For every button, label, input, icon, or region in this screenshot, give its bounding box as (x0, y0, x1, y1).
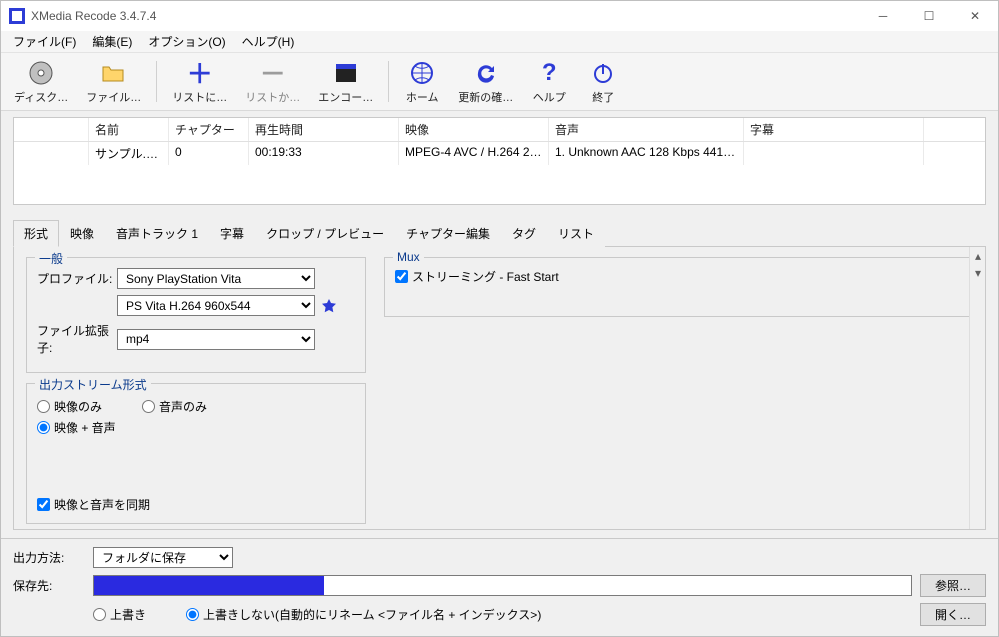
radio-video-audio[interactable]: 映像 + 音声 (37, 419, 116, 436)
col-name[interactable]: 名前 (89, 118, 169, 141)
table-row[interactable]: サンプル.mp4 0 00:19:33 MPEG-4 AVC / H.264 2… (14, 142, 985, 165)
title-bar: XMedia Recode 3.4.7.4 ─ ☐ ✕ (1, 1, 998, 31)
maximize-button[interactable]: ☐ (906, 1, 952, 31)
streaming-checkbox[interactable]: ストリーミング - Fast Start (395, 268, 962, 285)
tab-audio1[interactable]: 音声トラック 1 (105, 220, 209, 247)
open-disc-button[interactable]: ディスク… (5, 55, 77, 108)
check-updates-button[interactable]: 更新の確… (449, 55, 522, 108)
file-list: 名前 チャプター 再生時間 映像 音声 字幕 サンプル.mp4 0 00:19:… (13, 117, 986, 205)
profile-label: プロファイル: (37, 270, 117, 287)
col-subtitle[interactable]: 字幕 (744, 118, 924, 141)
minimize-button[interactable]: ─ (860, 1, 906, 31)
star-icon (321, 298, 337, 314)
tab-video[interactable]: 映像 (59, 220, 105, 247)
minus-icon: － (259, 59, 287, 87)
close-button[interactable]: ✕ (952, 1, 998, 31)
output-panel: 出力方法: フォルダに保存 保存先: 参照… 上書き 上書きしない(自動的にリネ… (1, 538, 998, 636)
tab-format[interactable]: 形式 (13, 220, 59, 247)
preset-select[interactable]: PS Vita H.264 960x544 (117, 295, 315, 316)
tab-list[interactable]: リスト (547, 220, 605, 247)
folder-open-icon (100, 59, 128, 87)
radio-audio-only[interactable]: 音声のみ (142, 398, 207, 415)
tab-sub[interactable]: 字幕 (209, 220, 255, 247)
ext-select[interactable]: mp4 (117, 329, 315, 350)
group-streams: 出力ストリーム形式 映像のみ 音声のみ 映像 + 音声 映像と音声を同期 (26, 383, 366, 524)
app-icon (9, 8, 25, 24)
window-title: XMedia Recode 3.4.7.4 (31, 9, 156, 23)
tab-tag[interactable]: タグ (501, 220, 547, 247)
tab-body: 一般 プロファイル: Sony PlayStation Vita PS Vita… (13, 247, 986, 530)
remove-from-list-button[interactable]: － リストか… (236, 55, 309, 108)
plus-icon: ＋ (186, 59, 214, 87)
menu-edit[interactable]: 編集(E) (84, 31, 140, 52)
tab-crop[interactable]: クロップ / プレビュー (255, 220, 395, 247)
menu-bar: ファイル(F) 編集(E) オプション(O) ヘルプ(H) (1, 31, 998, 53)
dest-path-field[interactable] (93, 575, 912, 596)
add-to-list-button[interactable]: ＋ リストに… (163, 55, 236, 108)
help-button[interactable]: ? ヘルプ (522, 55, 576, 108)
radio-overwrite[interactable]: 上書き (93, 606, 146, 623)
settings-tabs: 形式 映像 音声トラック 1 字幕 クロップ / プレビュー チャプター編集 タ… (13, 219, 986, 247)
col-chapter[interactable]: チャプター (169, 118, 249, 141)
ext-label: ファイル拡張子: (37, 322, 117, 356)
radio-no-overwrite[interactable]: 上書きしない(自動的にリネーム <ファイル名 + インデックス>) (186, 606, 541, 623)
exit-button[interactable]: 終了 (576, 55, 630, 108)
file-list-header: 名前 チャプター 再生時間 映像 音声 字幕 (14, 118, 985, 142)
dest-label: 保存先: (13, 577, 93, 594)
power-icon (589, 59, 617, 87)
favorite-button[interactable] (319, 296, 339, 316)
profile-select[interactable]: Sony PlayStation Vita (117, 268, 315, 289)
home-button[interactable]: ホーム (395, 55, 449, 108)
scroll-up-icon[interactable]: ▴ (970, 247, 986, 264)
open-file-button[interactable]: ファイル… (77, 55, 150, 108)
menu-options[interactable]: オプション(O) (140, 31, 233, 52)
browse-button[interactable]: 参照… (920, 574, 986, 597)
output-method-select[interactable]: フォルダに保存 (93, 547, 233, 568)
toolbar: ディスク… ファイル… ＋ リストに… － リストか… エンコー… ホーム 更新… (1, 53, 998, 111)
radio-video-only[interactable]: 映像のみ (37, 398, 102, 415)
output-method-label: 出力方法: (13, 549, 93, 566)
clapper-icon (332, 59, 360, 87)
menu-help[interactable]: ヘルプ(H) (234, 31, 303, 52)
col-duration[interactable]: 再生時間 (249, 118, 399, 141)
sync-checkbox[interactable]: 映像と音声を同期 (37, 496, 355, 513)
scrollbar[interactable]: ▴ ▾ (969, 247, 986, 529)
col-audio[interactable]: 音声 (549, 118, 744, 141)
open-folder-button[interactable]: 開く… (920, 603, 986, 626)
group-mux: Mux ストリーミング - Fast Start (384, 257, 973, 317)
menu-file[interactable]: ファイル(F) (5, 31, 84, 52)
encode-button[interactable]: エンコー… (309, 55, 382, 108)
tab-chapter[interactable]: チャプター編集 (395, 220, 501, 247)
question-icon: ? (535, 59, 563, 87)
refresh-icon (472, 59, 500, 87)
col-video[interactable]: 映像 (399, 118, 549, 141)
scroll-down-icon[interactable]: ▾ (970, 264, 986, 281)
group-general: 一般 プロファイル: Sony PlayStation Vita PS Vita… (26, 257, 366, 373)
globe-icon (408, 59, 436, 87)
disc-icon (27, 59, 55, 87)
